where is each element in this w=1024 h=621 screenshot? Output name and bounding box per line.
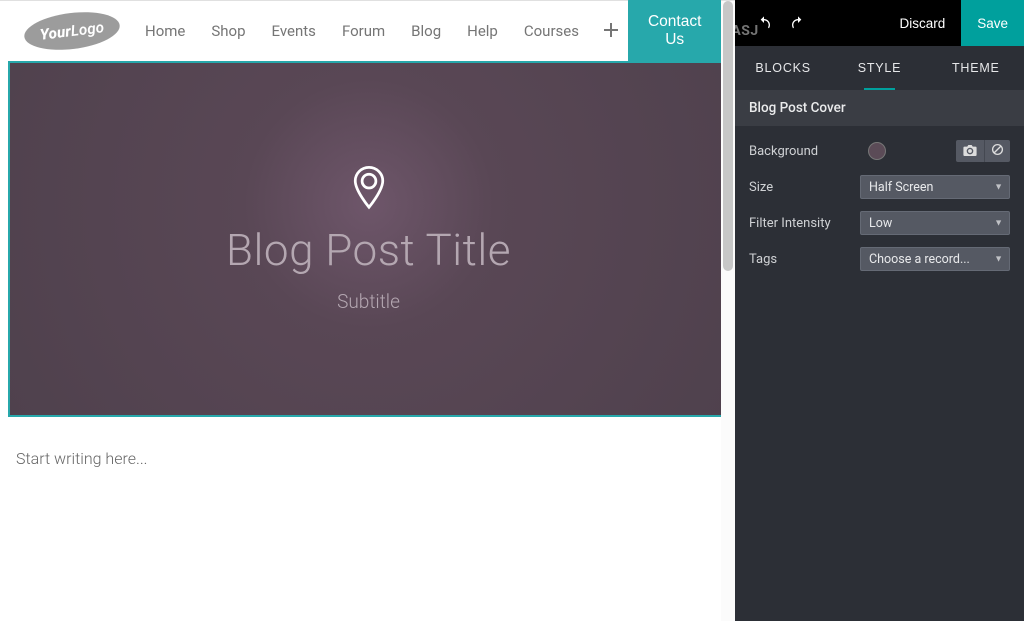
chevron-down-icon: ▼	[994, 182, 1003, 193]
sidebar-tabs: BLOCKS STYLE THEME	[735, 46, 1024, 90]
nav-home[interactable]: Home	[134, 14, 196, 48]
prop-size: Size Half Screen ▼	[749, 172, 1010, 202]
pin-icon	[352, 166, 386, 214]
redo-button[interactable]	[781, 0, 815, 46]
nav-courses[interactable]: Courses	[513, 14, 590, 48]
main-nav: Home Shop Events Forum Blog Help Courses	[134, 14, 628, 48]
preview-pane: YourLogo Home Shop Events Forum Blog Hel…	[0, 0, 735, 621]
nav-forum[interactable]: Forum	[331, 14, 396, 48]
prop-filter-intensity: Filter Intensity Low ▼	[749, 208, 1010, 238]
nav-shop[interactable]: Shop	[200, 14, 256, 48]
size-select-value: Half Screen	[869, 180, 933, 195]
prop-tags-label: Tags	[749, 252, 860, 267]
preview-scrollbar-track[interactable]	[721, 1, 735, 621]
tags-select-value: Choose a record...	[869, 252, 970, 267]
preview-scrollbar-thumb[interactable]	[723, 1, 733, 271]
prop-filter-intensity-label: Filter Intensity	[749, 216, 860, 231]
camera-icon	[963, 144, 977, 159]
post-body-placeholder[interactable]: Start writing here...	[0, 417, 735, 468]
tab-theme[interactable]: THEME	[928, 46, 1024, 90]
cover-title[interactable]: Blog Post Title	[226, 224, 511, 276]
size-select[interactable]: Half Screen ▼	[860, 175, 1010, 199]
prop-size-label: Size	[749, 180, 860, 195]
block-icon	[991, 143, 1004, 159]
section-title: Blog Post Cover	[735, 90, 1024, 126]
add-page-icon[interactable]	[594, 15, 628, 48]
tab-style[interactable]: STYLE	[831, 46, 927, 90]
nav-blog[interactable]: Blog	[400, 14, 452, 48]
nav-help[interactable]: Help	[456, 14, 509, 48]
background-clear-button[interactable]	[984, 140, 1010, 162]
chevron-down-icon: ▼	[994, 218, 1003, 229]
save-button[interactable]: Save	[961, 0, 1024, 46]
blog-cover-block[interactable]: Blog Post Title Subtitle	[8, 61, 729, 417]
tags-select[interactable]: Choose a record... ▼	[860, 247, 1010, 271]
background-image-button[interactable]	[956, 140, 984, 162]
background-color-swatch[interactable]	[868, 142, 886, 160]
editor-sidebar: Discard Save BLOCKS STYLE THEME Blog Pos…	[735, 0, 1024, 621]
chevron-down-icon: ▼	[994, 254, 1003, 265]
filter-intensity-select[interactable]: Low ▼	[860, 211, 1010, 235]
tab-blocks[interactable]: BLOCKS	[735, 46, 831, 90]
nav-events[interactable]: Events	[261, 14, 327, 48]
prop-tags: Tags Choose a record... ▼	[749, 244, 1010, 274]
filter-intensity-select-value: Low	[869, 216, 892, 231]
style-properties: Background Size Half Screen ▼	[735, 126, 1024, 294]
site-logo[interactable]: YourLogo	[24, 13, 120, 49]
editor-toolbar: Discard Save	[735, 0, 1024, 46]
discard-button[interactable]: Discard	[883, 0, 961, 46]
contact-us-button[interactable]: Contact Us	[628, 0, 721, 63]
cover-subtitle[interactable]: Subtitle	[337, 290, 400, 313]
prop-background: Background	[749, 136, 1010, 166]
prop-background-label: Background	[749, 144, 868, 159]
logo-text: YourLogo	[39, 18, 105, 44]
site-topbar: YourLogo Home Shop Events Forum Blog Hel…	[0, 1, 735, 61]
